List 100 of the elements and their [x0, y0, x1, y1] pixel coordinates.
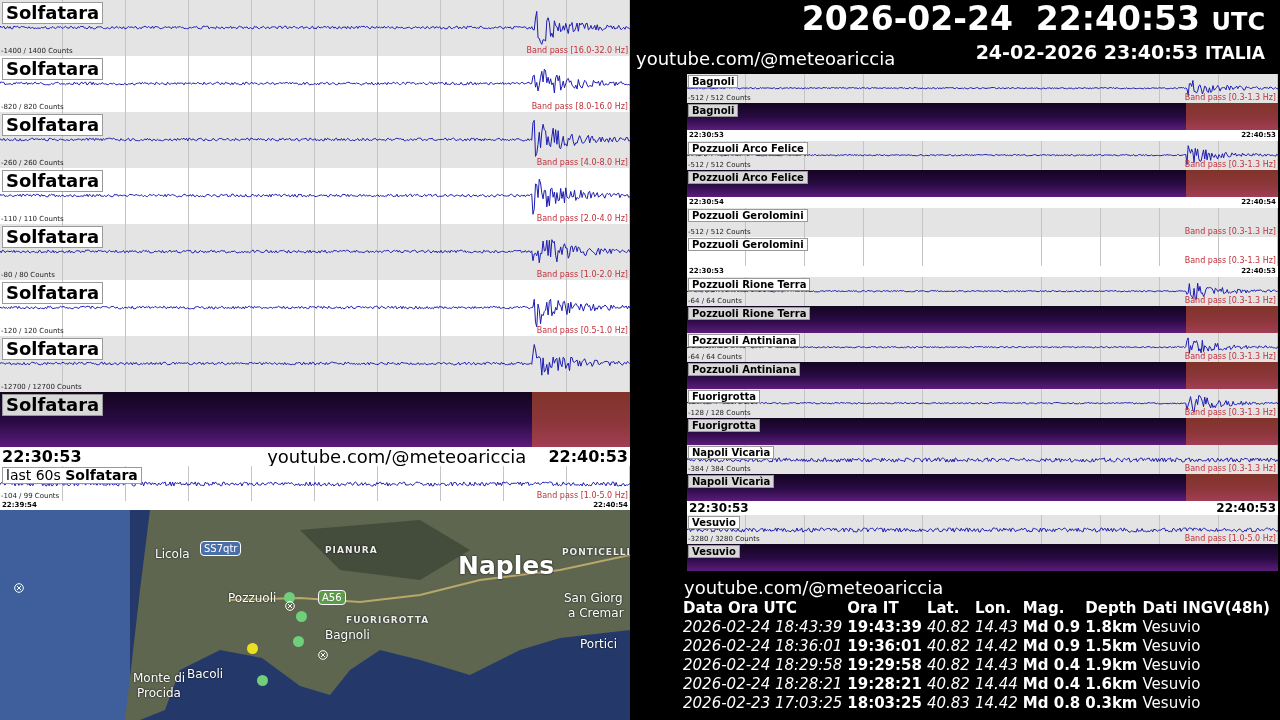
table-cell-text: Vesuvio — [1142, 656, 1202, 675]
table-cell: Md 0.8 — [1022, 694, 1081, 713]
map-place-label: Bacoli — [187, 668, 224, 682]
station-label: Pozzuoli Antiniana — [688, 363, 801, 376]
map-place-label: PIANURA — [325, 546, 378, 556]
station-label: Pozzuoli Antiniana — [688, 334, 801, 347]
table-cell: 2026-02-24 18:36:01 — [683, 637, 843, 656]
band-pass-label: Band pass [0.3-1.3 Hz] — [1184, 465, 1276, 474]
table-cell: 2026-02-24 18:43:39 — [683, 618, 843, 637]
station-label: Solfatara — [2, 2, 104, 24]
time-zone: UTC — [1211, 8, 1265, 36]
table-cell: 40.82 — [926, 675, 970, 694]
band-pass-label: Band pass [8.0-16.0 Hz] — [531, 103, 628, 112]
band-pass-label: Band pass [1.0-5.0 Hz] — [536, 492, 628, 501]
station-label: Solfatara — [2, 170, 104, 192]
map-place-label: FUORIGROTTA — [346, 616, 430, 626]
band-pass-label: Band pass [0.3-1.3 Hz] — [1184, 228, 1276, 237]
road-shield: SS7qtr — [200, 541, 242, 556]
column-header: Lon. — [974, 599, 1013, 618]
column-header: Mag. — [1022, 599, 1066, 618]
station-label: Bagnoli — [688, 75, 739, 88]
table-cell: 0.3km — [1085, 694, 1138, 713]
station-label: Pozzuoli Arco Felice — [688, 142, 808, 155]
table-cell: Md 0.4 — [1022, 675, 1081, 694]
table-cell: Md 0.9 — [1022, 618, 1081, 637]
band-pass-label: Band pass [0.3-1.3 Hz] — [1184, 257, 1276, 266]
band-pass-label: Band pass [0.3-1.3 Hz] — [1184, 409, 1276, 418]
station-label: Solfatara — [2, 114, 104, 136]
table-cell: 14.42 — [974, 694, 1018, 713]
column-header: Ora IT — [847, 599, 900, 618]
table-cell: 2026-02-24 18:29:58 — [683, 656, 843, 675]
table-cell: 19:29:58 — [847, 656, 922, 675]
column-header: Data Ora UTC — [683, 599, 798, 618]
station-label: Pozzuoli Gerolomini — [688, 209, 808, 222]
band-pass-label: Band pass [4.0-8.0 Hz] — [536, 159, 628, 168]
table-cell: 1.9km — [1085, 656, 1138, 675]
station-label: Pozzuoli Gerolomini — [688, 238, 808, 251]
table-cell: 19:28:21 — [847, 675, 922, 694]
band-pass-label: Band pass [0.5-1.0 Hz] — [536, 327, 628, 336]
station-label: Pozzuoli Rione Terra — [688, 307, 811, 320]
start-time: 22:30:53 — [2, 448, 82, 465]
table-cell: 1.6km — [1085, 675, 1138, 694]
table-cell: 14.42 — [974, 637, 1018, 656]
station-label: Solfatara — [2, 282, 104, 304]
band-pass-label: Band pass [2.0-4.0 Hz] — [536, 215, 628, 224]
table-cell: 40.82 — [926, 656, 970, 675]
station-label: Pozzuoli Arco Felice — [688, 171, 808, 184]
station-label: Fuorigrotta — [688, 419, 760, 432]
band-pass-label: Band pass [0.3-1.3 Hz] — [1184, 161, 1276, 170]
table-cell-text: Vesuvio — [1142, 618, 1202, 637]
table-cell: 14.44 — [974, 675, 1018, 694]
station-label: last 60s Solfatara — [2, 467, 142, 485]
table-cell: 40.82 — [926, 618, 970, 637]
band-pass-label: Band pass [0.3-1.3 Hz] — [1184, 94, 1276, 103]
end-time: 22:40:53 — [1216, 502, 1276, 514]
station-label: Napoli Vicarìa — [688, 446, 775, 459]
table-cell: 1.5km — [1085, 637, 1138, 656]
table-cell: Md 0.9 — [1022, 637, 1081, 656]
map-place-label: Licola — [155, 548, 190, 562]
station-label: Solfatara — [2, 58, 104, 80]
band-pass-label: Band pass [1.0-2.0 Hz] — [536, 271, 628, 280]
road-shield: A56 — [318, 590, 346, 605]
cross-marker-icon — [318, 650, 328, 660]
station-label: Napoli Vicarìa — [688, 475, 775, 488]
table-cell: 18:03:25 — [847, 694, 922, 713]
band-pass-label: Band pass [0.3-1.3 Hz] — [1184, 353, 1276, 362]
map-place-label: Procida — [137, 687, 181, 701]
map-place-label: Bagnoli — [325, 629, 370, 643]
cross-marker-icon — [14, 583, 24, 593]
utc-date-time: 2026-02-24 22:40:53 — [801, 0, 1200, 38]
band-pass-label: Band pass [16.0-32.0 Hz] — [526, 47, 628, 56]
map-place-label: Monte di — [133, 672, 186, 686]
local-zone: ITALIA — [1204, 43, 1265, 63]
station-label: Solfatara — [2, 394, 104, 416]
station-label: Fuorigrotta — [688, 390, 760, 403]
map-place-label: San Giorg — [564, 592, 623, 606]
station-label: Bagnoli — [688, 104, 739, 117]
table-cell: 14.43 — [974, 618, 1018, 637]
table-cell: 2026-02-24 18:28:21 — [683, 675, 843, 694]
table-cell: 19:36:01 — [847, 637, 922, 656]
table-cell: 40.83 — [926, 694, 970, 713]
start-time: 22:30:53 — [689, 502, 749, 514]
map-place-label: a Cremar — [568, 607, 624, 621]
table-cell: 1.8km — [1085, 618, 1138, 637]
station-label: Vesuvio — [688, 516, 740, 529]
band-pass-label: Band pass [0.3-1.3 Hz] — [1184, 297, 1276, 306]
table-cell: 40.82 — [926, 637, 970, 656]
station-label: Pozzuoli Rione Terra — [688, 278, 811, 291]
map-place-label: Pozzuoli — [228, 592, 277, 606]
table-cell: 2026-02-23 17:03:25 — [683, 694, 843, 713]
station-label: Solfatara — [2, 338, 104, 360]
table-cell-text: Vesuvio — [1142, 694, 1202, 713]
band-pass-label: Band pass [1.0-5.0 Hz] — [1184, 535, 1276, 544]
local-date-time: 24-02-2026 23:40:53 — [975, 41, 1199, 63]
column-header: Dati INGV(48h) — [1142, 599, 1270, 618]
station-label: Vesuvio — [688, 545, 740, 558]
table-cell-text: Vesuvio — [1142, 637, 1202, 656]
map-place-label: Naples — [458, 552, 555, 580]
cross-marker-icon — [285, 601, 295, 611]
column-header: Lat. — [926, 599, 961, 618]
